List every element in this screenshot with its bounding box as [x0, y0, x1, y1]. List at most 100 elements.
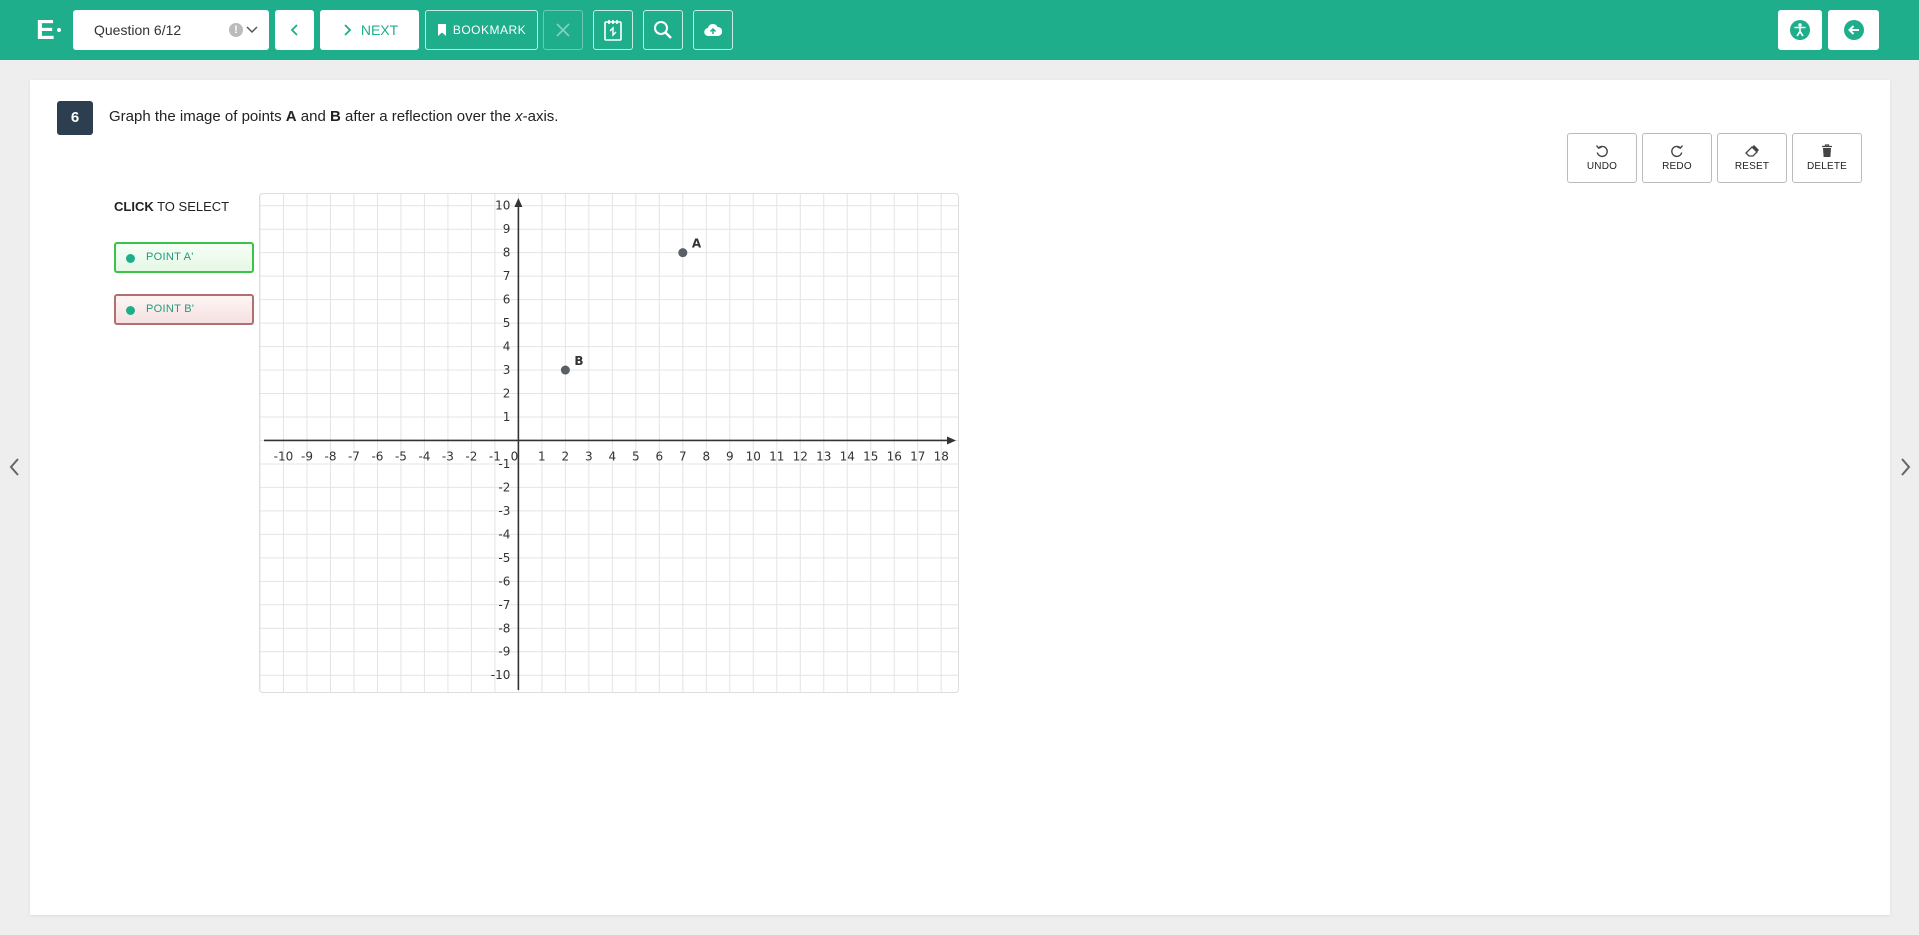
delete-button[interactable]: DELETE	[1792, 133, 1862, 183]
reset-label: RESET	[1734, 161, 1770, 172]
question-card: 6 Graph the image of points A and B afte…	[30, 80, 1890, 915]
coordinate-graph[interactable]: -10 -9 -8 -7 -6 -5 -4 -3 -2 -1 1 2 3 4 5 6 7 8 9 10 11 12 13 14…	[259, 193, 959, 693]
origin-label: 0	[511, 449, 519, 463]
point-a[interactable]	[678, 248, 688, 258]
arrow-left-circle-icon	[1843, 20, 1864, 40]
question-prompt: Graph the image of points A and B after …	[109, 108, 559, 125]
next-page-arrow-icon[interactable]	[1897, 456, 1913, 478]
redo-button[interactable]: REDO	[1642, 133, 1712, 183]
point-a-prime-button[interactable]: POINT A'	[114, 242, 254, 273]
y-tick-label: -10	[491, 668, 511, 682]
x-tick-label: 11	[769, 449, 784, 463]
coordinate-plane[interactable]: -10 -9 -8 -7 -6 -5 -4 -3 -2 -1 1 2 3 4 5 6 7 8 9 10 11 12 13 14…	[260, 194, 959, 693]
app-logo: E	[36, 13, 66, 47]
redo-icon	[1671, 145, 1684, 158]
x-tick-label: 17	[910, 449, 925, 463]
x-tick-label: 10	[746, 449, 761, 463]
search-icon	[654, 21, 672, 39]
undo-button[interactable]: UNDO	[1567, 133, 1637, 183]
x-tick-label: 9	[726, 449, 734, 463]
point-a-label: A	[692, 237, 702, 251]
next-label: NEXT	[360, 22, 399, 38]
x-tick-label: 14	[840, 449, 855, 463]
x-tick-label: 13	[816, 449, 831, 463]
y-tick-label: -3	[498, 504, 510, 518]
x-tick-label: 7	[679, 449, 687, 463]
question-selector-label: Question 6/12	[94, 22, 182, 38]
undo-icon	[1595, 145, 1608, 158]
x-tick-label: 2	[562, 449, 570, 463]
previous-page-arrow-icon[interactable]	[7, 456, 23, 478]
y-tick-label: 9	[503, 222, 511, 236]
point-b-label: B	[574, 354, 583, 368]
eliminator-button[interactable]	[543, 10, 583, 50]
y-tick-label: 10	[495, 199, 510, 213]
point-a-prime-label: POINT A'	[146, 251, 194, 263]
cloud-upload-icon	[704, 23, 722, 37]
x-tick-label: 3	[585, 449, 593, 463]
question-number: 6	[57, 101, 93, 135]
x-tick-label: -10	[274, 449, 294, 463]
previous-button[interactable]	[275, 10, 314, 50]
y-tick-label: 7	[503, 269, 511, 283]
next-button[interactable]: NEXT	[320, 10, 419, 50]
y-tick-label: 2	[503, 387, 511, 401]
question-selector[interactable]: Question 6/12 !	[73, 10, 269, 50]
x-tick-label: 8	[702, 449, 710, 463]
chevron-down-icon	[246, 26, 258, 34]
point-bullet-icon	[126, 254, 135, 263]
accessibility-button[interactable]	[1778, 10, 1822, 50]
y-tick-label: -4	[498, 527, 510, 541]
x-tick-label: -3	[442, 449, 454, 463]
bookmark-button[interactable]: BOOKMARK	[425, 10, 538, 50]
x-tick-label: 5	[632, 449, 640, 463]
y-tick-label: -5	[498, 551, 510, 565]
y-tick-label: -1	[498, 457, 510, 471]
accessibility-icon	[1790, 20, 1810, 40]
point-b-prime-button[interactable]: POINT B'	[114, 294, 254, 325]
point-b-prime-label: POINT B'	[146, 303, 195, 315]
reset-button[interactable]: RESET	[1717, 133, 1787, 183]
x-tick-label: 12	[793, 449, 808, 463]
delete-label: DELETE	[1806, 161, 1848, 172]
click-to-select-label: CLICK TO SELECT	[114, 199, 230, 214]
x-tick-label: -4	[418, 449, 430, 463]
x-axis-arrow-icon	[947, 436, 956, 445]
exit-button[interactable]	[1828, 10, 1879, 50]
save-button[interactable]	[693, 10, 733, 50]
eraser-icon	[1745, 145, 1759, 157]
top-toolbar: E Question 6/12 ! NEXT BOOKMARK	[0, 0, 1919, 60]
y-tick-label: -6	[498, 574, 510, 588]
redo-label: REDO	[1662, 161, 1692, 172]
y-tick-label: -2	[498, 480, 510, 494]
y-axis-arrow-icon	[514, 198, 523, 207]
y-tick-label: -7	[498, 598, 510, 612]
point-bullet-icon	[126, 306, 135, 315]
x-tick-label: 16	[887, 449, 902, 463]
x-tick-label: 1	[538, 449, 546, 463]
y-tick-label: -8	[498, 621, 510, 635]
y-tick-label: 8	[503, 246, 511, 260]
notepad-button[interactable]	[593, 10, 633, 50]
bookmark-label: BOOKMARK	[452, 23, 527, 37]
y-tick-label: -9	[498, 645, 510, 659]
x-tick-label: 18	[934, 449, 949, 463]
x-tick-label: -7	[348, 449, 360, 463]
x-tick-label: 15	[863, 449, 878, 463]
x-tick-label: -2	[465, 449, 477, 463]
chevron-left-icon	[290, 24, 298, 36]
y-tick-label: 6	[503, 293, 511, 307]
x-tick-label: -6	[371, 449, 383, 463]
y-tick-label: 1	[503, 410, 511, 424]
trash-icon	[1822, 144, 1832, 157]
flag-icon: !	[229, 23, 243, 37]
magnifier-button[interactable]	[643, 10, 683, 50]
x-tick-label: 4	[609, 449, 617, 463]
y-tick-label: 5	[503, 316, 511, 330]
point-b[interactable]	[560, 365, 570, 375]
bookmark-icon	[437, 24, 446, 36]
undo-label: UNDO	[1586, 161, 1618, 172]
notepad-icon	[604, 20, 622, 41]
y-tick-label: 4	[503, 340, 511, 354]
x-tick-label: -5	[395, 449, 407, 463]
